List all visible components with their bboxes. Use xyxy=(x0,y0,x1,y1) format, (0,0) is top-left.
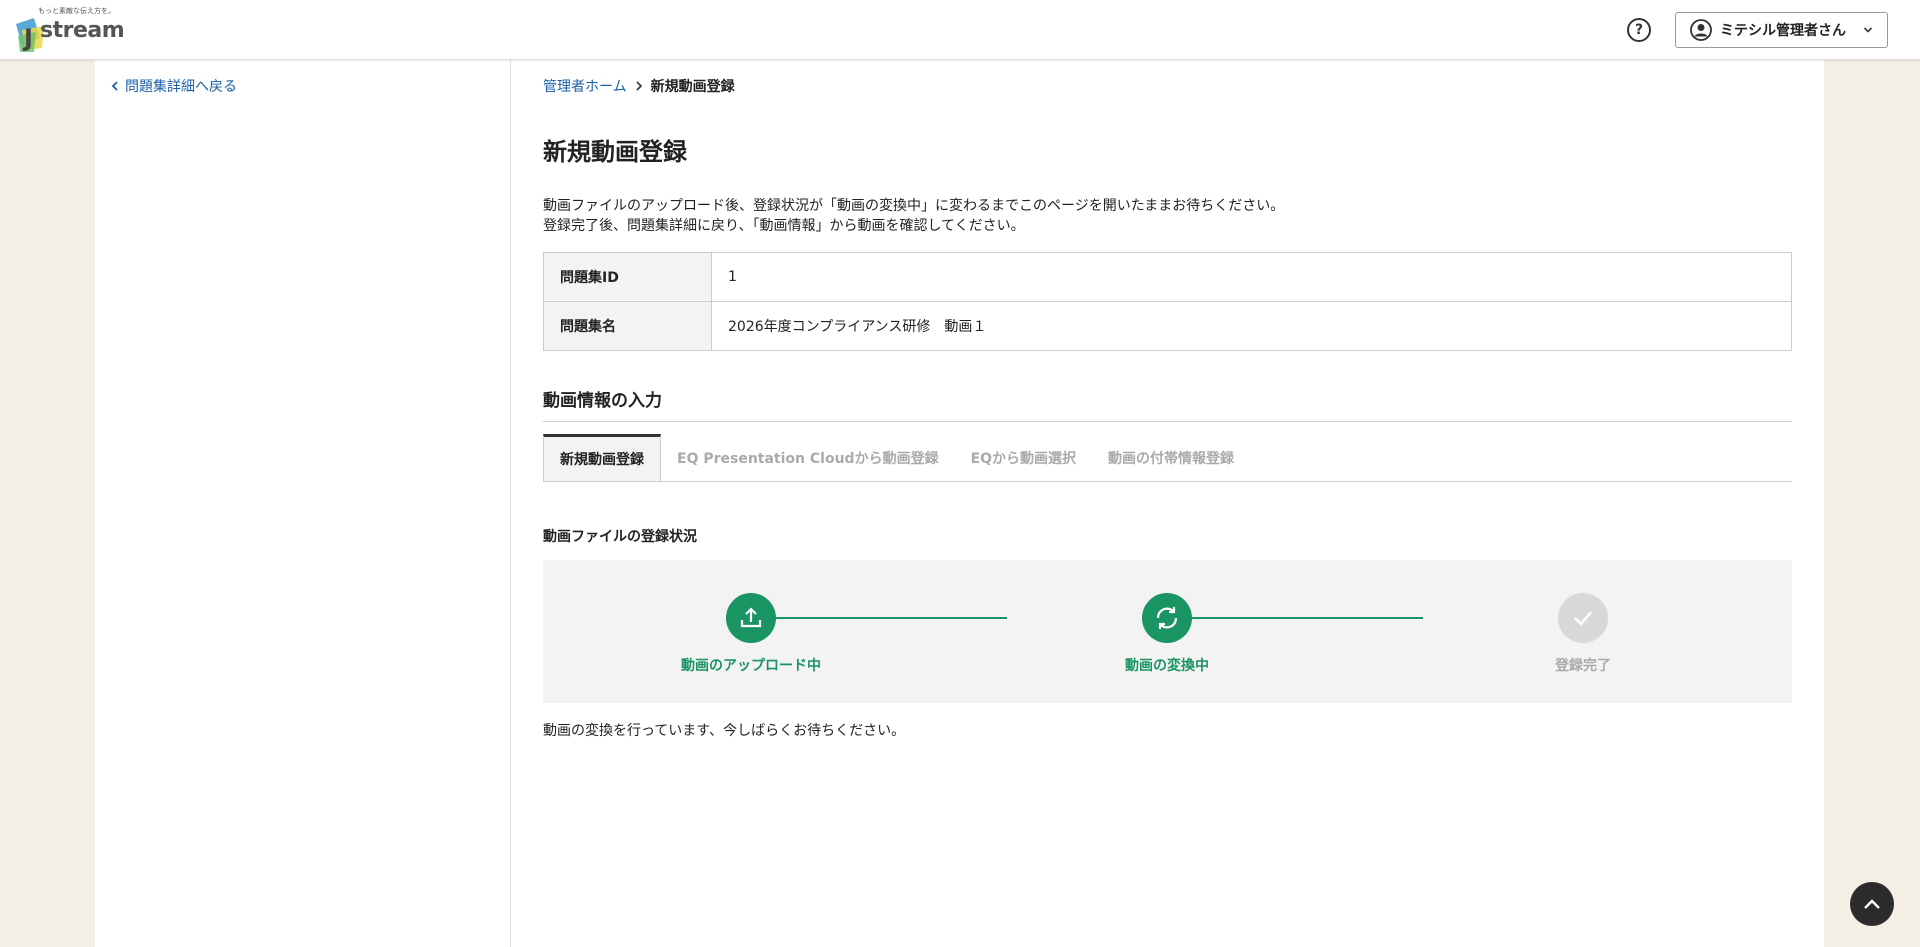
section-title: 動画情報の入力 xyxy=(543,386,1792,422)
user-menu-button[interactable]: ミテシル管理者さん xyxy=(1675,12,1888,48)
step-converting: 動画の変換中 xyxy=(1082,593,1252,675)
step-circle xyxy=(1558,593,1608,643)
step-label: 動画の変換中 xyxy=(1125,658,1209,674)
back-link-label: 問題集詳細へ戻る xyxy=(125,79,237,95)
user-avatar-icon xyxy=(1690,19,1712,41)
upload-status-title: 動画ファイルの登録状況 xyxy=(543,529,697,545)
question-set-info-table: 問題集ID 1 問題集名 2026年度コンプライアンス研修 動画１ xyxy=(543,252,1792,351)
step-circle xyxy=(1142,593,1192,643)
user-name: ミテシル管理者さん xyxy=(1720,23,1846,39)
step-complete: 登録完了 xyxy=(1498,593,1668,675)
step-label: 登録完了 xyxy=(1555,658,1611,674)
page-title: 新規動画登録 xyxy=(543,138,687,166)
tab-eq-select[interactable]: EQから動画選択 xyxy=(955,434,1092,481)
logo-text: stream xyxy=(40,18,125,43)
question-circle-icon: ? xyxy=(1634,22,1644,38)
main-panel: 管理者ホーム 新規動画登録 新規動画登録 動画ファイルのアップロード後、登録状況… xyxy=(511,60,1824,947)
refresh-icon xyxy=(1156,607,1178,629)
step-uploading: 動画のアップロード中 xyxy=(666,593,836,675)
sidebar: 問題集詳細へ戻る xyxy=(95,60,511,947)
svg-text:J: J xyxy=(22,24,33,52)
row-value: 1 xyxy=(711,252,1792,302)
status-message: 動画の変換を行っています、今しばらくお待ちください。 xyxy=(543,723,906,739)
breadcrumb-current: 新規動画登録 xyxy=(650,79,735,95)
row-label: 問題集名 xyxy=(543,301,712,351)
chevron-down-icon xyxy=(1863,27,1873,33)
chevron-left-icon xyxy=(111,81,118,91)
chevron-right-icon xyxy=(636,81,642,91)
intro-line-1: 動画ファイルのアップロード後、登録状況が「動画の変換中」に変わるまでこのページを… xyxy=(543,198,1285,214)
step-label: 動画のアップロード中 xyxy=(681,658,821,674)
upload-progress-steps: 動画のアップロード中 動画の変換中 登録完了 xyxy=(543,560,1792,703)
back-to-question-set-link[interactable]: 問題集詳細へ戻る xyxy=(111,76,237,96)
intro-line-2: 登録完了後、問題集詳細に戻り、「動画情報」から動画を確認してください。 xyxy=(543,218,1025,234)
jstream-logo[interactable]: もっと素敵な伝え方を。 J stream xyxy=(14,6,125,54)
step-circle xyxy=(726,593,776,643)
tab-bar: 新規動画登録 EQ Presentation Cloudから動画登録 EQから動… xyxy=(543,434,1792,482)
breadcrumb: 管理者ホーム 新規動画登録 xyxy=(543,76,735,96)
row-value: 2026年度コンプライアンス研修 動画１ xyxy=(711,301,1792,351)
check-icon xyxy=(1574,611,1592,626)
help-button[interactable]: ? xyxy=(1627,18,1651,42)
tab-new-video[interactable]: 新規動画登録 xyxy=(543,434,661,481)
table-row: 問題集名 2026年度コンプライアンス研修 動画１ xyxy=(543,301,1792,351)
scroll-to-top-button[interactable] xyxy=(1850,882,1894,926)
table-row: 問題集ID 1 xyxy=(543,252,1792,302)
logo-tagline: もっと素敵な伝え方を。 xyxy=(38,7,115,15)
tab-supplementary-info[interactable]: 動画の付帯情報登録 xyxy=(1092,434,1250,481)
intro-text: 動画ファイルのアップロード後、登録状況が「動画の変換中」に変わるまでこのページを… xyxy=(543,196,1284,236)
tab-eq-presentation-cloud[interactable]: EQ Presentation Cloudから動画登録 xyxy=(661,434,955,481)
app-header: もっと素敵な伝え方を。 J stream ? ミテシル管理者さん xyxy=(0,0,1920,60)
chevron-up-icon xyxy=(1864,899,1880,909)
upload-icon xyxy=(740,607,762,628)
breadcrumb-home-link[interactable]: 管理者ホーム xyxy=(543,76,627,96)
row-label: 問題集ID xyxy=(543,252,712,302)
